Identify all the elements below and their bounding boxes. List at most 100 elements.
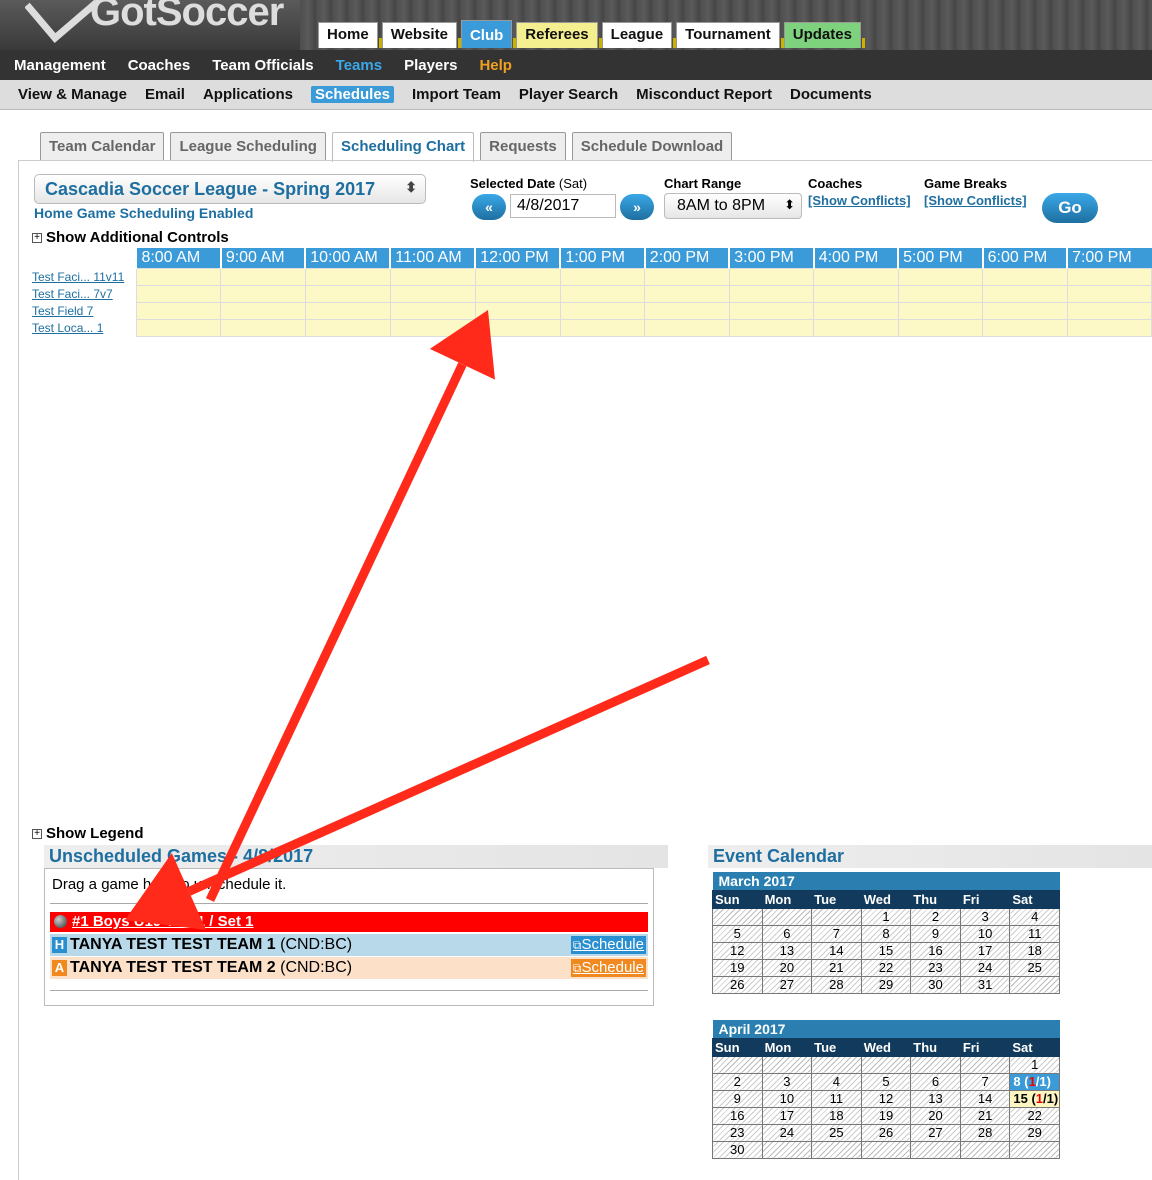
time-slot[interactable] <box>1066 301 1152 320</box>
nav-view-manage[interactable]: View & Manage <box>18 86 127 103</box>
calendar-day[interactable]: 7 <box>811 924 862 943</box>
time-slot[interactable] <box>135 267 222 286</box>
nav-teams[interactable]: Teams <box>336 57 382 74</box>
calendar-day[interactable]: 9 <box>910 924 961 943</box>
calendar-day[interactable]: 13 <box>761 941 813 960</box>
game-breaks-show-conflicts-link[interactable]: [Show Conflicts] <box>924 193 1027 208</box>
time-slot[interactable] <box>559 284 646 303</box>
calendar-day[interactable]: 26 <box>712 975 763 994</box>
calendar-day[interactable]: 11 <box>1009 924 1060 943</box>
unscheduled-game[interactable]: #1 Boys U19 Tier 1 / Set 1 <box>50 912 648 932</box>
time-slot[interactable] <box>644 318 730 337</box>
prev-date-button[interactable]: « <box>472 194 506 220</box>
field-link[interactable]: Test Field 7 <box>32 304 93 318</box>
calendar-day[interactable]: 11 <box>811 1089 862 1108</box>
time-slot[interactable] <box>982 284 1068 303</box>
chart-range-select[interactable]: 8AM to 8PM ⬍ <box>664 193 802 219</box>
time-slot[interactable] <box>220 284 306 303</box>
time-slot[interactable] <box>135 301 222 320</box>
nav-documents[interactable]: Documents <box>790 86 872 103</box>
show-legend[interactable]: + Show Legend <box>32 825 144 842</box>
field-link[interactable]: Test Faci... 7v7 <box>32 287 113 301</box>
time-slot[interactable] <box>644 267 730 286</box>
nav-player-search[interactable]: Player Search <box>519 86 618 103</box>
calendar-day[interactable]: 20 <box>910 1106 961 1125</box>
calendar-day[interactable]: 9 <box>712 1089 763 1108</box>
time-slot[interactable] <box>813 318 899 337</box>
nav-import-team[interactable]: Import Team <box>412 86 501 103</box>
calendar-day[interactable]: 19 <box>712 958 763 977</box>
calendar-day[interactable]: 22 <box>1009 1106 1060 1125</box>
time-slot[interactable] <box>1066 267 1152 286</box>
coaches-show-conflicts-link[interactable]: [Show Conflicts] <box>808 193 911 208</box>
time-slot[interactable] <box>304 284 391 303</box>
calendar-day[interactable]: 28 <box>959 1123 1011 1142</box>
time-slot[interactable] <box>220 301 306 320</box>
time-slot[interactable] <box>813 284 899 303</box>
time-slot[interactable] <box>1066 318 1152 337</box>
time-slot[interactable] <box>559 301 646 320</box>
away-schedule-button[interactable]: ⧉Schedule <box>570 959 646 977</box>
tab-website[interactable]: Website <box>381 22 462 48</box>
field-link[interactable]: Test Loca... 1 <box>32 321 103 335</box>
calendar-day[interactable]: 23 <box>712 1123 763 1142</box>
calendar-day[interactable]: 21 <box>811 958 862 977</box>
gotsoccer-logo[interactable]: GotSoccer <box>10 0 310 48</box>
time-slot[interactable] <box>304 318 391 337</box>
tab-referees[interactable]: Referees <box>516 22 603 48</box>
nav-misconduct-report[interactable]: Misconduct Report <box>636 86 772 103</box>
tab-league[interactable]: League <box>601 22 676 48</box>
field-link[interactable]: Test Faci... 11v11 <box>32 270 124 284</box>
time-slot[interactable] <box>728 318 815 337</box>
calendar-day[interactable]: 27 <box>910 1123 961 1142</box>
time-slot[interactable] <box>897 318 984 337</box>
calendar-day[interactable]: 13 <box>910 1089 961 1108</box>
subtab-schedule-download[interactable]: Schedule Download <box>571 132 733 160</box>
nav-schedules[interactable]: Schedules <box>310 86 395 103</box>
calendar-day[interactable]: 4 <box>811 1072 862 1091</box>
calendar-day[interactable]: 8 (1/1) <box>1009 1072 1060 1091</box>
time-slot[interactable] <box>728 301 815 320</box>
calendar-day[interactable]: 29 <box>1009 1123 1060 1142</box>
nav-help[interactable]: Help <box>479 57 512 74</box>
time-slot[interactable] <box>474 284 561 303</box>
time-slot[interactable] <box>389 267 476 286</box>
time-slot[interactable] <box>897 284 984 303</box>
time-slot[interactable] <box>389 301 476 320</box>
date-input[interactable] <box>510 194 616 218</box>
calendar-day[interactable]: 16 <box>910 941 961 960</box>
subtab-league-scheduling[interactable]: League Scheduling <box>170 132 326 160</box>
calendar-day[interactable]: 6 <box>910 1072 961 1091</box>
calendar-day[interactable]: 15 <box>860 941 912 960</box>
calendar-day[interactable]: 3 <box>761 1072 813 1091</box>
calendar-day[interactable]: 4 <box>1009 907 1060 926</box>
calendar-day[interactable]: 12 <box>860 1089 912 1108</box>
calendar-day[interactable]: 29 <box>860 975 912 994</box>
time-slot[interactable] <box>897 267 984 286</box>
nav-coaches[interactable]: Coaches <box>128 57 191 74</box>
calendar-day[interactable]: 24 <box>761 1123 813 1142</box>
calendar-day[interactable]: 15 (1/1) <box>1009 1089 1060 1108</box>
calendar-day[interactable]: 27 <box>761 975 813 994</box>
calendar-day[interactable]: 24 <box>959 958 1011 977</box>
calendar-day[interactable]: 3 <box>959 907 1011 926</box>
nav-players[interactable]: Players <box>404 57 457 74</box>
time-slot[interactable] <box>220 318 306 337</box>
calendar-day[interactable]: 18 <box>1009 941 1060 960</box>
calendar-day[interactable]: 20 <box>761 958 813 977</box>
calendar-day[interactable]: 16 <box>712 1106 763 1125</box>
tab-updates[interactable]: Updates <box>783 22 866 48</box>
calendar-day[interactable]: 23 <box>910 958 961 977</box>
time-slot[interactable] <box>389 284 476 303</box>
calendar-day[interactable]: 25 <box>811 1123 862 1142</box>
next-date-button[interactable]: » <box>620 194 654 220</box>
calendar-day[interactable]: 5 <box>712 924 763 943</box>
calendar-day[interactable]: 10 <box>761 1089 813 1108</box>
time-slot[interactable] <box>135 284 222 303</box>
home-schedule-button[interactable]: ⧉Schedule <box>570 936 646 954</box>
time-slot[interactable] <box>813 267 899 286</box>
tab-club[interactable]: Club <box>460 20 517 48</box>
subtab-team-calendar[interactable]: Team Calendar <box>40 132 165 160</box>
nav-management[interactable]: Management <box>14 57 106 74</box>
calendar-day[interactable]: 18 <box>811 1106 862 1125</box>
